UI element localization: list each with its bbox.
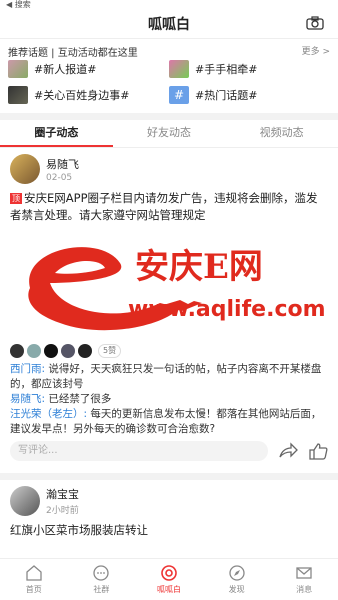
ring-icon — [161, 565, 177, 581]
topic-item[interactable]: #新人报道# — [8, 59, 169, 79]
page-title: 呱呱白 — [148, 16, 190, 33]
banner-url: www.aqlife.com — [128, 297, 326, 322]
post-author[interactable]: 易随飞 02-05 — [10, 154, 328, 184]
topic-thumbnail — [169, 60, 189, 78]
camera-icon[interactable] — [306, 16, 324, 30]
nav-discover[interactable]: 发现 — [203, 559, 271, 600]
topic-item[interactable]: # #热门话题# — [169, 85, 330, 105]
pinned-badge: 顶 — [10, 193, 22, 204]
topic-label: #热门话题# — [195, 89, 258, 102]
like-row: 5赞 — [10, 344, 328, 358]
liker-avatar[interactable] — [61, 344, 75, 358]
comment-input[interactable]: 写评论... — [10, 441, 268, 461]
tab-friends-feed[interactable]: 好友动态 — [113, 120, 226, 147]
post-image[interactable]: 安庆E网 www.aqlife.com — [10, 228, 328, 338]
tab-circle-feed[interactable]: 圈子动态 — [0, 120, 113, 147]
back-search-link[interactable]: ◀ 搜索 — [6, 0, 31, 9]
avatar[interactable] — [10, 154, 40, 184]
topic-item[interactable]: #手手相牵# — [169, 59, 330, 79]
feed-post: 易随飞 02-05 顶安庆E网APP圈子栏目内请勿发广告，违规将会删除，滥发者禁… — [0, 148, 338, 467]
topic-thumbnail — [8, 60, 28, 78]
mail-icon — [296, 567, 312, 579]
topics-more-link[interactable]: 更多 > — [302, 44, 330, 57]
avatar[interactable] — [10, 486, 40, 516]
author-name[interactable]: 易随飞 — [46, 156, 79, 172]
section-divider — [0, 113, 338, 120]
topic-item[interactable]: #关心百姓身边事# — [8, 85, 169, 105]
author-name[interactable]: 瀚宝宝 — [46, 486, 79, 502]
nav-label: 呱呱白 — [156, 585, 181, 594]
comment-list: 西门雨: 说得好，天天疯狂只发一句话的帖，帖子内容离不开某楼盘的，都应该封号 易… — [10, 362, 328, 437]
top-header: 呱呱白 — [0, 9, 338, 39]
nav-community[interactable]: 社群 — [68, 559, 136, 600]
hashtag-icon: # — [169, 86, 189, 104]
nav-label: 发现 — [228, 585, 245, 594]
post-author[interactable]: 瀚宝宝 2小时前 — [10, 486, 328, 516]
comment-item[interactable]: 西门雨: 说得好，天天疯狂只发一句话的帖，帖子内容离不开某楼盘的，都应该封号 — [10, 362, 328, 392]
nav-guaguabai[interactable]: 呱呱白 — [135, 559, 203, 600]
commenter-name[interactable]: 易随飞: — [10, 393, 45, 405]
discover-icon — [228, 565, 245, 581]
topics-heading: 推荐话题 | 互动活动都在这里 — [8, 48, 138, 59]
tab-video-feed[interactable]: 视频动态 — [225, 120, 338, 147]
comment-item[interactable]: 汪光荣（老左）: 每天的更新信息发布太慢！都落在其他网站后面，建议发早点！另外每… — [10, 407, 328, 437]
post-date: 2小时前 — [46, 506, 79, 516]
comment-item[interactable]: 易随飞: 已经禁了很多 — [10, 392, 328, 407]
nav-home[interactable]: 首页 — [0, 559, 68, 600]
like-count[interactable]: 5赞 — [98, 344, 122, 358]
nav-label: 消息 — [296, 585, 313, 594]
feed-tabs: 圈子动态 好友动态 视频动态 — [0, 120, 338, 148]
commenter-name[interactable]: 西门雨: — [10, 363, 45, 375]
topic-list: #新人报道# #手手相牵# #关心百姓身边事# # #热门话题# — [0, 57, 338, 107]
aqlife-logo-image: 安庆E网 www.aqlife.com — [28, 247, 326, 331]
nav-label: 首页 — [25, 585, 42, 594]
feed-post: 瀚宝宝 2小时前 红旗小区菜市场服装店转让 — [0, 473, 338, 545]
post-text[interactable]: 红旗小区菜市场服装店转让 — [10, 522, 328, 539]
commenter-name[interactable]: 汪光荣（老左）: — [10, 408, 87, 420]
post-content[interactable]: 顶安庆E网APP圈子栏目内请勿发广告，违规将会删除，滥发者禁言处理。请大家遵守网… — [10, 190, 328, 224]
liker-avatar[interactable] — [27, 344, 41, 358]
topics-header: 推荐话题 | 互动活动都在这里 更多 > — [0, 39, 338, 59]
comment-text: 已经禁了很多 — [45, 393, 112, 405]
liker-avatar[interactable] — [78, 344, 92, 358]
home-icon — [26, 565, 42, 581]
topic-label: #关心百姓身边事# — [34, 89, 130, 102]
chat-icon — [93, 565, 110, 581]
topic-label: #手手相牵# — [195, 63, 258, 76]
liker-avatar[interactable] — [44, 344, 58, 358]
share-icon[interactable] — [278, 442, 298, 460]
topic-thumbnail — [8, 86, 28, 104]
comment-bar: 写评论... — [10, 441, 328, 461]
post-text: 安庆E网APP圈子栏目内请勿发广告，违规将会删除，滥发者禁言处理。请大家遵守网站… — [10, 191, 318, 222]
nav-label: 社群 — [93, 585, 110, 594]
topic-label: #新人报道# — [34, 63, 97, 76]
status-bar: ◀ 搜索 — [0, 0, 338, 9]
nav-messages[interactable]: 消息 — [270, 559, 338, 600]
like-icon[interactable] — [308, 442, 328, 460]
bottom-navigation: 首页 社群 呱呱白 发现 消息 — [0, 558, 338, 600]
banner-title: 安庆E网 — [135, 247, 263, 287]
liker-avatar[interactable] — [10, 344, 24, 358]
post-date: 02-05 — [46, 172, 73, 183]
comment-text: 说得好，天天疯狂只发一句话的帖，帖子内容离不开某楼盘的，都应该封号 — [10, 363, 322, 390]
